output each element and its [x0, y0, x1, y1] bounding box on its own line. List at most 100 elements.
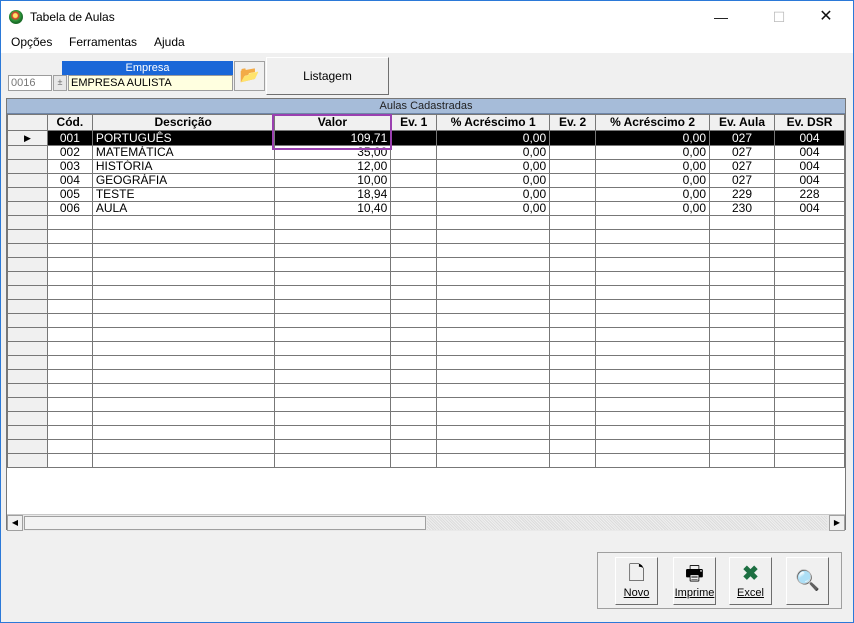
table-cell[interactable] [709, 215, 775, 230]
table-cell[interactable] [709, 243, 775, 258]
table-cell[interactable] [46, 453, 93, 468]
table-cell[interactable] [46, 425, 93, 440]
column-header[interactable]: Valor [273, 114, 392, 131]
table-cell[interactable] [595, 285, 711, 300]
table-cell[interactable] [91, 369, 275, 384]
table-cell[interactable]: 0,00 [436, 173, 551, 188]
table-cell[interactable] [390, 411, 438, 426]
table-row[interactable] [7, 411, 845, 426]
table-cell[interactable] [773, 229, 845, 244]
table-cell[interactable] [436, 453, 551, 468]
table-cell[interactable] [549, 411, 597, 426]
table-cell[interactable]: 004 [46, 173, 93, 188]
table-row[interactable] [7, 383, 845, 398]
table-cell[interactable] [273, 215, 392, 230]
table-cell[interactable] [773, 355, 845, 370]
table-cell[interactable] [46, 243, 93, 258]
table-cell[interactable] [91, 313, 275, 328]
table-cell[interactable] [709, 271, 775, 286]
table-cell[interactable] [773, 341, 845, 356]
table-cell[interactable] [709, 327, 775, 342]
excel-button[interactable]: ✖ Excel [729, 557, 772, 605]
close-button[interactable]: ✕ [803, 1, 849, 33]
table-cell[interactable] [91, 299, 275, 314]
table-cell[interactable] [549, 355, 597, 370]
column-header[interactable]: Ev. 1 [390, 114, 438, 131]
table-cell[interactable] [773, 285, 845, 300]
table-cell[interactable] [709, 257, 775, 272]
table-row[interactable] [7, 327, 845, 342]
table-cell[interactable] [436, 327, 551, 342]
table-cell[interactable]: 35,00 [273, 145, 392, 160]
novo-button[interactable]: 🗋 Novo [615, 557, 658, 605]
table-cell[interactable] [390, 187, 438, 202]
table-cell[interactable] [91, 271, 275, 286]
table-cell[interactable]: 230 [709, 201, 775, 216]
table-cell[interactable] [46, 299, 93, 314]
table-cell[interactable] [390, 355, 438, 370]
table-cell[interactable] [595, 397, 711, 412]
table-cell[interactable] [709, 383, 775, 398]
table-cell[interactable]: 001 [46, 130, 93, 146]
table-cell[interactable] [549, 229, 597, 244]
table-cell[interactable] [46, 411, 93, 426]
table-row[interactable] [7, 453, 845, 468]
table-cell[interactable] [773, 313, 845, 328]
table-cell[interactable] [773, 327, 845, 342]
table-cell[interactable] [91, 285, 275, 300]
table-cell[interactable] [709, 425, 775, 440]
table-cell[interactable] [549, 383, 597, 398]
table-cell[interactable] [709, 229, 775, 244]
table-cell[interactable]: 12,00 [273, 159, 392, 174]
table-cell[interactable]: TESTE [91, 187, 275, 202]
menu-opcoes[interactable]: Opções [11, 35, 52, 49]
column-header[interactable]: % Acréscimo 1 [436, 114, 551, 131]
table-cell[interactable] [709, 355, 775, 370]
table-cell[interactable] [436, 425, 551, 440]
table-cell[interactable] [595, 425, 711, 440]
column-header[interactable]: Ev. 2 [549, 114, 597, 131]
table-row[interactable] [7, 285, 845, 300]
table-row[interactable] [7, 271, 845, 286]
table-cell[interactable] [390, 159, 438, 174]
table-cell[interactable] [549, 173, 597, 188]
horizontal-scrollbar[interactable]: ◀ ▶ [7, 514, 845, 531]
table-cell[interactable] [773, 299, 845, 314]
aulas-table[interactable]: Cód. Descrição Valor Ev. 1 % Acréscimo 1… [7, 114, 845, 468]
table-cell[interactable] [773, 271, 845, 286]
table-cell[interactable]: 003 [46, 159, 93, 174]
table-cell[interactable] [390, 285, 438, 300]
table-cell[interactable]: MATEMÁTICA [91, 145, 275, 160]
table-cell[interactable]: 002 [46, 145, 93, 160]
table-cell[interactable] [549, 369, 597, 384]
table-cell[interactable] [773, 425, 845, 440]
table-cell[interactable] [91, 257, 275, 272]
table-cell[interactable] [595, 257, 711, 272]
table-cell[interactable] [273, 327, 392, 342]
table-cell[interactable] [390, 201, 438, 216]
column-header[interactable]: Cód. [46, 114, 93, 131]
table-cell[interactable] [773, 411, 845, 426]
table-row[interactable]: 006 AULA 10,40 0,00 0,00 230 004 [7, 201, 845, 216]
table-cell[interactable]: 027 [709, 173, 775, 188]
table-cell[interactable]: 0,00 [595, 130, 711, 146]
table-cell[interactable] [773, 257, 845, 272]
table-cell[interactable] [273, 257, 392, 272]
table-cell[interactable]: 18,94 [273, 187, 392, 202]
table-cell[interactable] [436, 229, 551, 244]
table-row[interactable]: 004 GEOGRÁFIA 10,00 0,00 0,00 027 004 [7, 173, 845, 188]
column-header[interactable]: Ev. DSR [773, 114, 845, 131]
table-row[interactable] [7, 355, 845, 370]
table-cell[interactable]: 229 [709, 187, 775, 202]
table-cell[interactable] [436, 285, 551, 300]
table-cell[interactable]: 10,40 [273, 201, 392, 216]
table-cell[interactable] [46, 383, 93, 398]
menu-ferramentas[interactable]: Ferramentas [69, 35, 137, 49]
table-cell[interactable]: 0,00 [436, 145, 551, 160]
table-cell[interactable] [436, 243, 551, 258]
table-cell[interactable] [91, 425, 275, 440]
table-cell[interactable] [91, 341, 275, 356]
scroll-track[interactable] [427, 516, 827, 530]
table-cell[interactable] [709, 411, 775, 426]
table-cell[interactable] [390, 271, 438, 286]
